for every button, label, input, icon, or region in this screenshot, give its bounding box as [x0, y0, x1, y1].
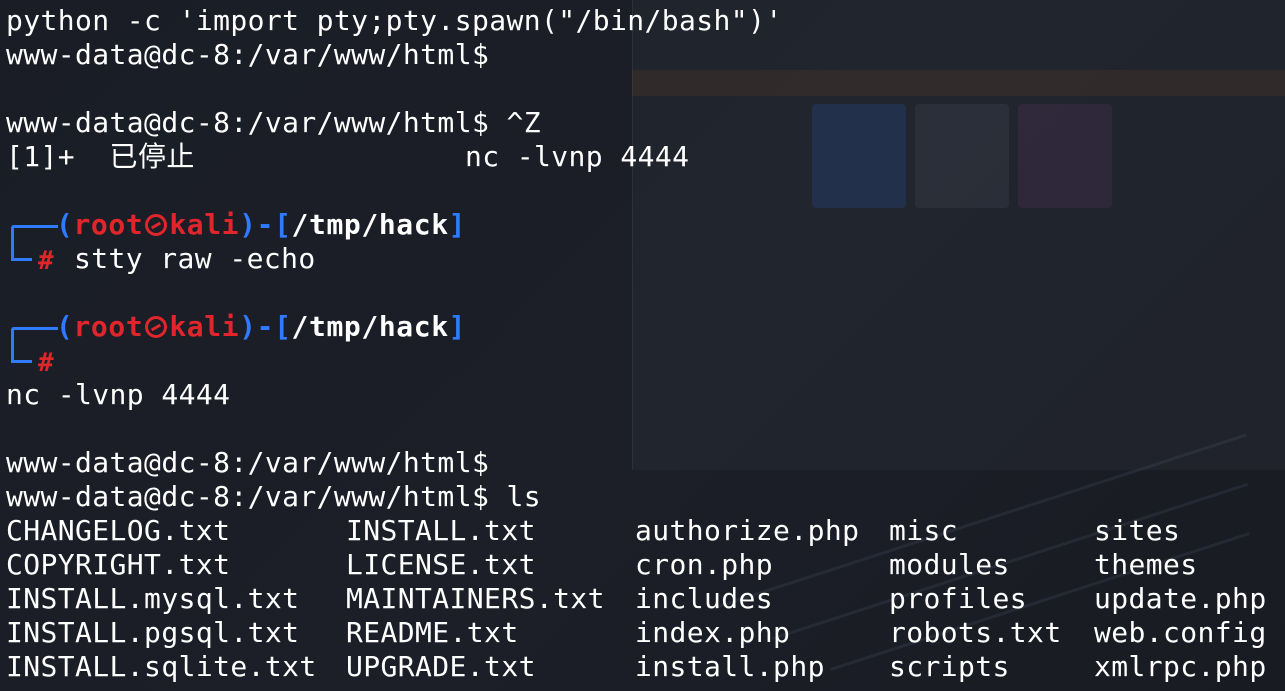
ls-entry: profiles [889, 582, 1028, 615]
terminal-line-prompt-ls: www-data@dc-8:/var/www/html$ ls [6, 480, 541, 513]
kali-dragon-icon [145, 214, 168, 236]
ls-entry: MAINTAINERS.txt [346, 582, 605, 615]
ls-entry: scripts [889, 650, 1010, 683]
prompt-root-symbol: # [38, 348, 54, 378]
ls-entry: INSTALL.pgsql.txt [6, 616, 300, 649]
terminal-window[interactable]: python -c 'import pty;pty.spawn("/bin/ba… [0, 0, 1285, 691]
background-file-icon [812, 104, 906, 208]
background-file-icon [1018, 104, 1112, 208]
ls-entry: install.php [635, 650, 825, 683]
prompt-corner-line [11, 350, 32, 363]
terminal-cmd-stty: stty raw -echo [74, 242, 316, 275]
ls-entry: includes [635, 582, 774, 615]
kali-prompt-header: (root kali)-[/tmp/hack] [56, 208, 467, 241]
ls-entry: themes [1094, 548, 1198, 581]
ls-entry: authorize.php [635, 514, 860, 547]
kali-prompt-header: (root kali)-[/tmp/hack] [56, 310, 467, 343]
ls-entry: update.php [1094, 582, 1267, 615]
prompt-cwd: /tmp/hack [291, 208, 449, 241]
prompt-corner-line [11, 248, 32, 261]
terminal-line-prompt: www-data@dc-8:/var/www/html$ [6, 446, 490, 479]
ls-entry: modules [889, 548, 1010, 581]
ls-entry: web.config [1094, 616, 1267, 649]
prompt-user: root [73, 208, 144, 241]
kali-dragon-icon [145, 316, 168, 338]
ls-entry: cron.php [635, 548, 774, 581]
prompt-host: kali [169, 310, 240, 343]
ls-entry: INSTALL.txt [346, 514, 536, 547]
ls-entry: README.txt [346, 616, 519, 649]
terminal-line-prompt-ctrlz: www-data@dc-8:/var/www/html$ ^Z [6, 106, 541, 139]
ls-entry: UPGRADE.txt [346, 650, 536, 683]
ls-entry: xmlrpc.php [1094, 650, 1267, 683]
ls-entry: CHANGELOG.txt [6, 514, 231, 547]
ls-entry: robots.txt [889, 616, 1062, 649]
ls-entry: INSTALL.mysql.txt [6, 582, 300, 615]
prompt-user: root [73, 310, 144, 343]
terminal-line-fg-cmd: nc -lvnp 4444 [6, 378, 231, 411]
ls-entry: misc [889, 514, 959, 547]
terminal-line-prompt: www-data@dc-8:/var/www/html$ [6, 38, 490, 71]
terminal-line-stopped-cmd: nc -lvnp 4444 [465, 140, 690, 173]
ls-entry: LICENSE.txt [346, 548, 536, 581]
terminal-line-stopped-job: [1]+ 已停止 [6, 140, 195, 173]
prompt-cwd: /tmp/hack [291, 310, 449, 343]
ls-entry: sites [1094, 514, 1181, 547]
ls-entry: COPYRIGHT.txt [6, 548, 231, 581]
ls-entry: INSTALL.sqlite.txt [6, 650, 317, 683]
prompt-host: kali [169, 208, 240, 241]
terminal-line-pty: python -c 'import pty;pty.spawn("/bin/ba… [6, 4, 783, 37]
background-warning-bar [632, 70, 1285, 96]
prompt-root-symbol: # [38, 246, 54, 276]
background-file-icon [915, 104, 1009, 208]
ls-entry: index.php [635, 616, 791, 649]
